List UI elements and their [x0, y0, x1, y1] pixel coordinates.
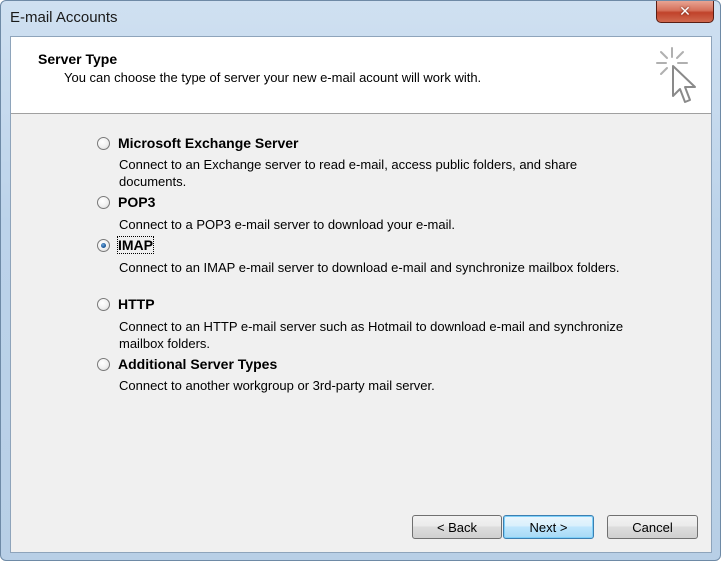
option-label-http[interactable]: HTTP: [118, 296, 155, 312]
option-label-additional[interactable]: Additional Server Types: [118, 356, 277, 372]
option-desc-additional: Connect to another workgroup or 3rd-part…: [119, 378, 435, 393]
option-label-imap[interactable]: IMAP: [117, 236, 154, 254]
radio-additional[interactable]: [97, 358, 110, 371]
option-desc-exchange: Connect to an Exchange server to read e-…: [119, 157, 578, 189]
email-accounts-dialog: E-mail Accounts ✕ Server Type You can ch…: [0, 0, 721, 561]
page-description: You can choose the type of server your n…: [64, 70, 482, 85]
radio-pop3[interactable]: [97, 196, 110, 209]
radio-imap[interactable]: [97, 239, 110, 252]
close-icon: ✕: [679, 3, 691, 20]
option-label-exchange[interactable]: Microsoft Exchange Server: [118, 135, 299, 151]
option-desc-pop3: Connect to a POP3 e-mail server to downl…: [119, 217, 455, 232]
radio-http[interactable]: [97, 298, 110, 311]
option-label-pop3[interactable]: POP3: [118, 194, 155, 210]
wizard-header: Server Type You can choose the type of s…: [11, 37, 711, 114]
cancel-button[interactable]: Cancel: [607, 515, 698, 539]
dialog-body: Server Type You can choose the type of s…: [10, 36, 712, 553]
next-button[interactable]: Next >: [503, 515, 594, 539]
page-title: Server Type: [38, 51, 118, 67]
option-desc-http: Connect to an HTTP e-mail server such as…: [119, 319, 624, 351]
window-title: E-mail Accounts: [10, 9, 118, 26]
back-button[interactable]: < Back: [412, 515, 502, 539]
option-desc-imap: Connect to an IMAP e-mail server to down…: [119, 260, 620, 275]
wizard-cursor-sparkle-icon: [656, 47, 696, 103]
title-bar: E-mail Accounts ✕: [1, 1, 720, 35]
radio-exchange[interactable]: [97, 137, 110, 150]
wizard-footer: < Back Next > Cancel: [11, 511, 711, 551]
close-button[interactable]: ✕: [656, 1, 714, 23]
